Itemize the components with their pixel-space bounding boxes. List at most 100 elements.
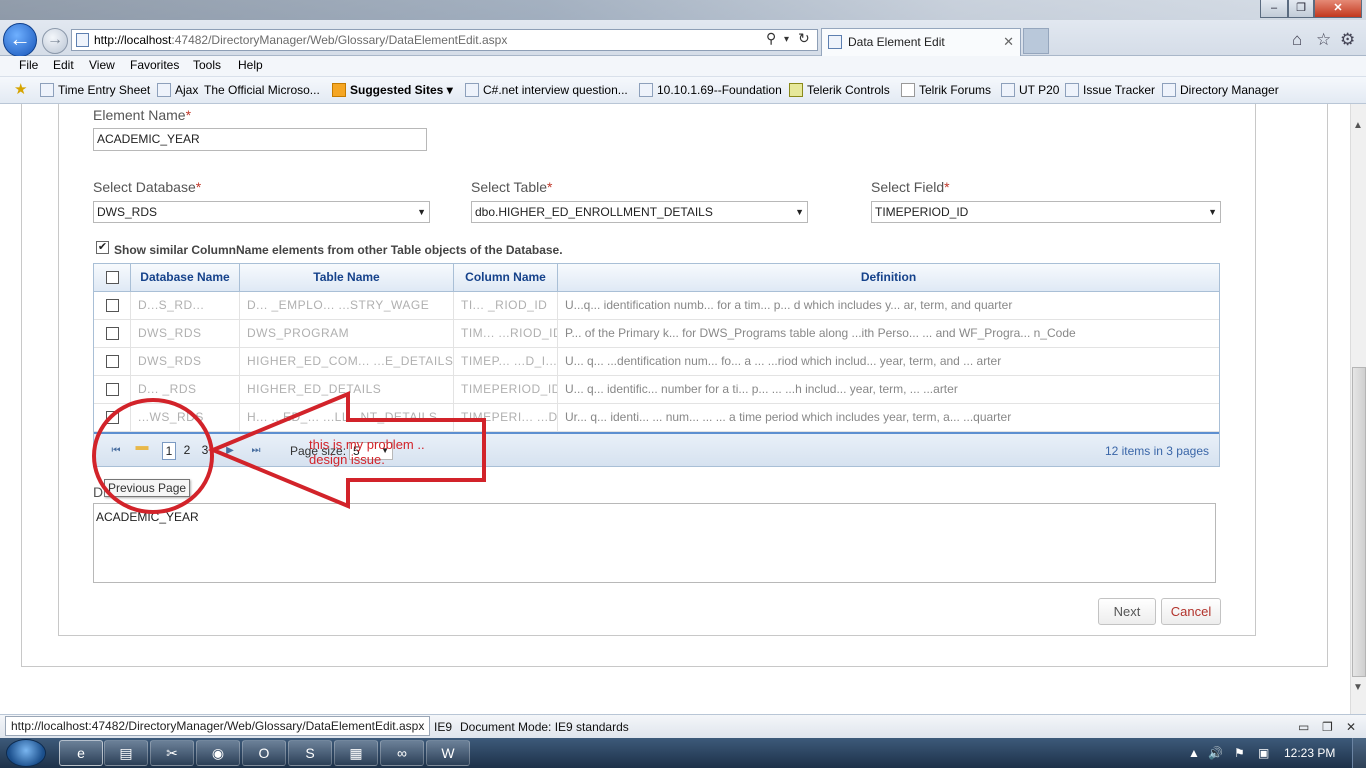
network-icon[interactable]: ▣ (1258, 746, 1269, 760)
cancel-button[interactable]: Cancel (1161, 598, 1221, 625)
cell-definition: Ur... q... identi... ... num... ... ... … (565, 410, 1012, 424)
favorite-ajax[interactable]: Ajax (157, 83, 198, 97)
ie-mode-label[interactable]: IE9 (434, 720, 452, 734)
show-desktop-button[interactable] (1352, 738, 1366, 768)
table-row[interactable]: D... _RDS HIGHER_ED_DETAILS TIMEPERIOD_I… (94, 376, 1219, 404)
cell-definition: P... of the Primary k... for DWS_Program… (565, 326, 1076, 340)
address-bar[interactable]: http://localhost:47482/DirectoryManager/… (71, 29, 818, 51)
element-name-input[interactable]: ACADEMIC_YEAR (93, 128, 427, 151)
new-tab-button[interactable] (1023, 28, 1049, 54)
menu-view[interactable]: View (89, 58, 115, 72)
table-row[interactable]: DWS_RDS DWS_PROGRAM TIM... ...RIOD_ID P.… (94, 320, 1219, 348)
page-number[interactable]: 3 (198, 442, 212, 460)
tray-expand-icon[interactable]: ▲ (1188, 746, 1200, 760)
scroll-down-icon[interactable]: ▼ (1353, 682, 1363, 693)
select-field-dropdown[interactable]: TIMEPERIOD_ID ▼ (871, 201, 1221, 223)
taskbar-visual-studio-icon[interactable]: ∞ (380, 740, 424, 766)
select-database-dropdown[interactable]: DWS_RDS ▼ (93, 201, 430, 223)
favorite-ut-p20[interactable]: UT P20 (1001, 83, 1059, 97)
similar-columns-checkbox[interactable]: ✔ (96, 241, 109, 254)
taskbar-ie-icon[interactable]: e (59, 740, 103, 766)
favorite-official-microsoft[interactable]: The Official Microso... (204, 83, 320, 97)
row-checkbox[interactable] (105, 299, 119, 313)
menu-file[interactable]: File (19, 58, 38, 72)
header-table-name[interactable]: Table Name (240, 264, 454, 291)
row-checkbox[interactable] (105, 411, 119, 425)
favorite-directory-manager[interactable]: Directory Manager (1162, 83, 1279, 97)
favorite-time-entry-sheet[interactable]: Time Entry Sheet (40, 83, 150, 97)
restore-icon[interactable]: ❐ (1322, 720, 1333, 734)
favorite-telrik-forums[interactable]: Telrik Forums (901, 83, 991, 97)
cell-definition: U... q... identific... number for a ti..… (565, 382, 958, 396)
taskbar-tools-icon[interactable]: ✂ (150, 740, 194, 766)
scroll-up-icon[interactable]: ▲ (1353, 120, 1363, 131)
page-number-current[interactable]: 1 (162, 442, 176, 460)
page-number[interactable]: 2 (180, 442, 194, 460)
compat-view-icon[interactable]: ▭ (1298, 720, 1309, 734)
close-window-button[interactable]: ✕ (1314, 0, 1362, 18)
cell-table-name: D... _EMPLO... ...STRY_WAGE (240, 292, 454, 320)
menu-help[interactable]: Help (238, 58, 263, 72)
taskbar-explorer-icon[interactable]: ▤ (104, 740, 148, 766)
menu-favorites[interactable]: Favorites (130, 58, 179, 72)
table-row[interactable]: D...S_RD... D... _EMPLO... ...STRY_WAGE … (94, 292, 1219, 320)
start-button[interactable] (6, 739, 46, 767)
favorite-issue-tracker[interactable]: Issue Tracker (1065, 83, 1155, 97)
table-row[interactable]: ...WS_RDS H... ...ED_... ...LL...NT_DETA… (94, 404, 1219, 432)
tab-page-icon (828, 35, 842, 49)
taskbar-skype-icon[interactable]: S (288, 740, 332, 766)
table-row[interactable]: DWS_RDS HIGHER_ED_COM... ...E_DETAILS TI… (94, 348, 1219, 376)
search-icon[interactable]: ⚲ (766, 30, 776, 47)
taskbar-chrome-icon[interactable]: ◉ (196, 740, 240, 766)
favorites-star-icon[interactable]: ☆ (1316, 30, 1331, 50)
refresh-icon[interactable]: ↻ (798, 30, 810, 47)
favorites-star-icon[interactable]: ★ (14, 80, 27, 98)
header-definition[interactable]: Definition (558, 264, 1219, 291)
back-button[interactable]: ← (3, 23, 37, 57)
taskbar-notepad-icon[interactable]: ▦ (334, 740, 378, 766)
previous-page-icon[interactable]: ▬ (134, 438, 150, 454)
description-label: D (93, 484, 104, 500)
browser-title-bar: – ❐ ✕ ← → http://localhost:47482/Directo… (0, 0, 1366, 57)
close-devtools-icon[interactable]: ✕ (1346, 720, 1356, 734)
menu-edit[interactable]: Edit (53, 58, 74, 72)
tab-data-element-edit[interactable]: Data Element Edit ✕ (821, 28, 1021, 56)
tab-close-icon[interactable]: ✕ (1003, 29, 1014, 55)
select-all-checkbox[interactable] (105, 271, 119, 285)
taskbar-clock[interactable]: 12:23 PM (1284, 746, 1335, 760)
favorite-suggested-sites[interactable]: Suggested Sites ▾ (332, 83, 453, 97)
select-table-dropdown[interactable]: dbo.HIGHER_ED_ENROLLMENT_DETAILS ▼ (471, 201, 808, 223)
row-checkbox[interactable] (105, 383, 119, 397)
last-page-icon[interactable]: ⏭ (248, 443, 264, 459)
favorite-telerik-controls[interactable]: Telerik Controls (789, 83, 890, 97)
next-button[interactable]: Next (1098, 598, 1156, 625)
header-database-name[interactable]: Database Name (131, 264, 240, 291)
minimize-button[interactable]: – (1260, 0, 1288, 18)
header-column-name[interactable]: Column Name (454, 264, 558, 291)
volume-icon[interactable]: 🔊 (1208, 746, 1223, 760)
cell-table-name: DWS_PROGRAM (240, 320, 454, 348)
first-page-icon[interactable]: ⏮ (108, 443, 124, 459)
next-page-icon[interactable]: ▶ (222, 443, 238, 459)
taskbar-word-icon[interactable]: W (426, 740, 470, 766)
page-content: Element Name* ACADEMIC_YEAR Select Datab… (0, 104, 1350, 714)
favorite-foundation[interactable]: 10.10.1.69--Foundation (639, 83, 782, 97)
document-mode-label[interactable]: Document Mode: IE9 standards (460, 720, 629, 734)
flag-icon[interactable]: ⚑ (1234, 746, 1245, 760)
menu-tools[interactable]: Tools (193, 58, 221, 72)
cell-column-name: TIMEPERI... ...D_ID (454, 404, 558, 432)
taskbar-outlook-icon[interactable]: O (242, 740, 286, 766)
home-icon[interactable]: ⌂ (1292, 30, 1302, 50)
favorite-csharp-interview[interactable]: C#.net interview question... (465, 83, 628, 97)
gear-icon[interactable]: ⚙ (1340, 30, 1355, 50)
description-textarea[interactable]: ACADEMIC_YEAR (93, 503, 1216, 583)
dropdown-icon[interactable]: ▾ (784, 34, 789, 45)
maximize-button[interactable]: ❐ (1288, 0, 1314, 18)
row-checkbox[interactable] (105, 355, 119, 369)
forward-button[interactable]: → (42, 28, 68, 54)
scrollbar-thumb[interactable] (1352, 367, 1366, 677)
cell-database-name: DWS_RDS (131, 320, 240, 348)
row-checkbox[interactable] (105, 327, 119, 341)
vertical-scrollbar[interactable]: ▲ ▼ (1350, 104, 1366, 714)
cell-definition: U... q... ...dentification num... fo... … (565, 354, 1002, 368)
